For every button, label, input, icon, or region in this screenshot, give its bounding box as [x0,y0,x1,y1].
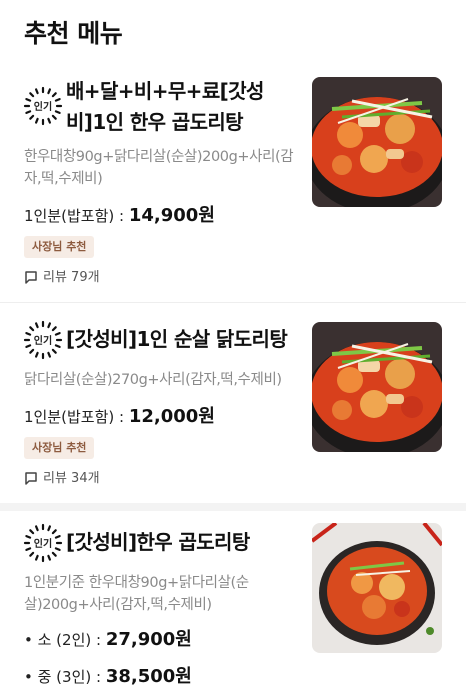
popular-badge-label: 인기 [33,102,53,113]
menu-item-name: 배+달+비+무+료[갓성비]1인 한우 곱도리탕 [66,79,264,134]
size-option-small[interactable]: • 소 (2인) : 27,900원 [24,625,192,651]
stew-photo-icon [312,77,442,207]
review-count-label: 리뷰 79개 [43,270,100,285]
review-count[interactable]: 리뷰 79개 [24,266,100,285]
size-option-label: • 소 (2인) : [24,631,102,649]
popular-badge-icon: 인기 [23,523,63,563]
review-count[interactable]: 리뷰 34개 [24,467,100,486]
stew-photo-icon [312,523,442,653]
menu-item-price-row: 1인분(밥포함) : 14,900원 [24,201,215,227]
size-option-price: 38,500원 [105,666,192,687]
menu-item-name: [갓성비]한우 곱도리탕 [66,530,250,554]
section-divider [0,503,466,511]
popular-badge-label: 인기 [33,539,53,550]
menu-item-description: 한우대창90g+닭다리살(순살)200g+사리(감자,떡,수제비) [24,149,294,187]
stew-photo-icon [312,322,442,452]
popular-badge-label: 인기 [33,336,53,347]
portion-label: 1인분(밥포함) : [24,408,125,426]
size-option-label: • 중 (3인) : [24,668,102,686]
menu-item-price: 14,900원 [128,205,215,226]
comment-icon [24,471,38,485]
menu-item-name: [갓성비]1인 순살 닭도리탕 [66,327,288,351]
menu-item-photo[interactable] [312,322,442,452]
owner-recommend-tag: 사장님 추천 [24,236,95,258]
comment-icon [24,270,38,284]
size-option-medium[interactable]: • 중 (3인) : 38,500원 [24,662,192,688]
menu-item-description: 1인분기준 한우대창90g+닭다리살(순살)200g+사리(감자,떡,수제비) [24,575,249,613]
menu-item-photo[interactable] [312,523,442,653]
size-option-price: 27,900원 [105,629,192,650]
menu-item-photo[interactable] [312,77,442,207]
divider [0,302,466,303]
menu-item-price-row: 1인분(밥포함) : 12,000원 [24,402,215,428]
owner-recommend-tag: 사장님 추천 [24,437,95,459]
section-title: 추천 메뉴 [24,19,123,48]
menu-item-price: 12,000원 [128,406,215,427]
review-count-label: 리뷰 34개 [43,471,100,486]
portion-label: 1인분(밥포함) : [24,207,125,225]
menu-item-description: 닭다리살(순살)270g+사리(감자,떡,수제비) [24,372,282,388]
popular-badge-icon: 인기 [23,320,63,360]
popular-badge-icon: 인기 [23,86,63,126]
